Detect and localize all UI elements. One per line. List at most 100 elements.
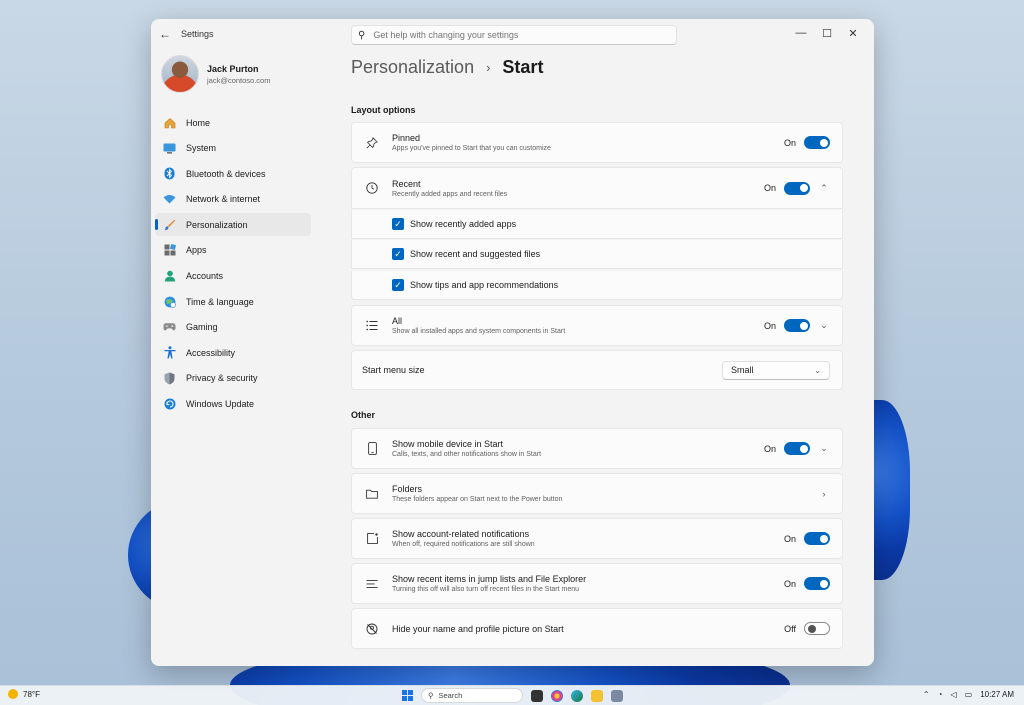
toggle-state: On — [783, 137, 796, 148]
home-icon — [163, 116, 176, 129]
battery-icon[interactable]: ▭ — [965, 690, 973, 699]
checkbox-checked-icon[interactable]: ✓ — [392, 279, 404, 291]
sidebar-item-label: Time & language — [186, 296, 254, 307]
accessibility-icon — [163, 346, 176, 359]
checkbox-checked-icon[interactable]: ✓ — [392, 248, 404, 260]
hide-name-toggle[interactable] — [804, 622, 830, 635]
checkbox-row-tips[interactable]: ✓ Show tips and app recommendations — [351, 271, 843, 300]
account-notifications-toggle[interactable] — [804, 532, 830, 545]
weather-widget[interactable]: 78°F — [8, 689, 40, 699]
sidebar-item-accessibility[interactable]: Accessibility — [155, 341, 311, 364]
sidebar-item-network[interactable]: Network & internet — [155, 188, 311, 211]
sidebar-item-system[interactable]: System — [155, 137, 311, 160]
clock[interactable]: 10:27 AM — [980, 690, 1014, 699]
task-view-icon[interactable] — [531, 689, 543, 702]
setting-card-all[interactable]: All Show all installed apps and system c… — [351, 305, 843, 346]
sidebar-item-apps[interactable]: Apps — [155, 239, 311, 262]
lines-icon — [352, 579, 392, 589]
setting-title: Show mobile device in Start — [392, 439, 504, 449]
file-explorer-icon[interactable] — [591, 689, 603, 702]
search-icon: ⚲ — [358, 29, 366, 41]
setting-title: Folders — [392, 484, 423, 494]
sidebar-item-label: Windows Update — [186, 399, 255, 410]
sun-icon — [8, 689, 18, 699]
sidebar-item-accounts[interactable]: Accounts — [155, 265, 311, 288]
sidebar-item-windows-update[interactable]: Windows Update — [155, 393, 311, 416]
setting-card-folders[interactable]: Folders These folders appear on Start ne… — [351, 473, 843, 514]
minimize-icon[interactable]: — — [788, 23, 814, 43]
chevron-down-icon[interactable]: ⌄ — [818, 443, 830, 454]
toggle-state: Off — [784, 623, 796, 634]
avatar — [161, 55, 199, 93]
chevron-down-icon: ⌄ — [814, 365, 821, 375]
breadcrumb-parent[interactable]: Personalization — [351, 57, 474, 78]
taskbar-search[interactable]: ⚲ Search — [421, 688, 523, 703]
copilot-icon[interactable] — [551, 689, 563, 702]
setting-title: Start menu size — [362, 365, 425, 375]
setting-card-account-notifications[interactable]: Show account-related notifications When … — [351, 518, 843, 559]
sidebar-item-time-language[interactable]: Time & language — [155, 290, 311, 313]
sidebar-item-personalization[interactable]: Personalization — [155, 213, 311, 237]
checkbox-checked-icon[interactable]: ✓ — [392, 218, 404, 230]
start-menu-size-select[interactable]: Small ⌄ — [722, 360, 830, 380]
chevron-down-icon[interactable]: ⌄ — [818, 320, 830, 331]
setting-subtitle: Show all installed apps and system compo… — [392, 328, 566, 335]
shield-icon — [163, 372, 176, 385]
setting-card-mobile-device[interactable]: Show mobile device in Start Calls, texts… — [351, 428, 843, 469]
maximize-icon[interactable]: ☐ — [814, 23, 840, 43]
toggle-state: On — [763, 320, 776, 331]
sidebar-item-label: Network & internet — [186, 194, 261, 205]
settings-search-input[interactable] — [373, 30, 654, 40]
sidebar-nav: Home System Bluetooth & devices Network … — [155, 111, 311, 418]
sidebar-item-privacy[interactable]: Privacy & security — [155, 367, 311, 390]
sidebar-item-gaming[interactable]: Gaming — [155, 316, 311, 339]
system-tray: ⌃ ◔ ◁ ▭ 10:27 AM — [923, 690, 1014, 699]
section-label-other: Other — [351, 410, 376, 420]
mobile-device-toggle[interactable] — [784, 442, 810, 455]
bluetooth-icon — [163, 167, 176, 180]
chevron-up-icon[interactable]: ⌃ — [818, 183, 830, 194]
jump-lists-toggle[interactable] — [804, 577, 830, 590]
select-value: Small — [731, 365, 754, 375]
taskbar-search-label: Search — [438, 691, 463, 700]
checkbox-label: Show recently added apps — [410, 219, 517, 229]
pinned-toggle[interactable] — [804, 136, 830, 149]
notification-square-icon — [352, 533, 392, 544]
setting-subtitle: Apps you've pinned to Start that you can… — [392, 145, 551, 152]
chevron-up-icon[interactable]: ⌃ — [923, 690, 930, 699]
edge-icon[interactable] — [571, 689, 583, 702]
sidebar-item-bluetooth[interactable]: Bluetooth & devices — [155, 162, 311, 185]
volume-icon[interactable]: ◁ — [950, 690, 956, 699]
page-title: Start — [502, 57, 544, 77]
all-toggle[interactable] — [784, 319, 810, 332]
sidebar-item-home[interactable]: Home — [155, 111, 311, 134]
chevron-right-icon[interactable]: › — [818, 489, 830, 499]
sidebar-item-label: Privacy & security — [186, 373, 258, 384]
back-arrow-icon[interactable]: ← — [159, 27, 171, 41]
wifi-icon[interactable]: ◔ — [938, 690, 943, 699]
checkbox-label: Show recent and suggested files — [410, 249, 541, 259]
setting-card-jump-lists[interactable]: Show recent items in jump lists and File… — [351, 563, 843, 604]
setting-card-start-menu-size: Start menu size Small ⌄ — [351, 350, 843, 390]
windows-start-icon[interactable] — [402, 690, 413, 701]
breadcrumb-separator-icon: › — [486, 60, 491, 75]
taskbar: 78°F ⚲ Search ⌃ ◔ ◁ ▭ 10:27 AM — [0, 685, 1024, 705]
setting-title: Show recent items in jump lists and File… — [392, 574, 587, 584]
setting-subtitle: Calls, texts, and other notifications sh… — [392, 451, 542, 458]
profile-name: Jack Purton — [207, 63, 259, 74]
settings-window: ← Settings — ☐ ✕ ⚲ Jack Purton jack@cont… — [151, 19, 874, 666]
setting-card-recent[interactable]: Recent Recently added apps and recent fi… — [351, 167, 843, 209]
globe-clock-icon — [163, 295, 176, 308]
setting-card-pinned[interactable]: Pinned Apps you've pinned to Start that … — [351, 122, 843, 163]
checkbox-row-recently-added[interactable]: ✓ Show recently added apps — [351, 210, 843, 239]
settings-search-box[interactable]: ⚲ — [351, 25, 677, 45]
setting-title: Pinned — [392, 133, 421, 143]
setting-subtitle: When off, required notifications are sti… — [392, 541, 535, 548]
setting-card-hide-name[interactable]: Hide your name and profile picture on St… — [351, 608, 843, 649]
recent-toggle[interactable] — [784, 181, 810, 195]
setting-title: Hide your name and profile picture on St… — [392, 623, 564, 634]
close-icon[interactable]: ✕ — [840, 23, 866, 43]
settings-gear-icon[interactable] — [611, 689, 623, 702]
user-profile[interactable]: Jack Purton jack@contoso.com — [161, 55, 270, 93]
checkbox-row-recent-files[interactable]: ✓ Show recent and suggested files — [351, 240, 843, 269]
